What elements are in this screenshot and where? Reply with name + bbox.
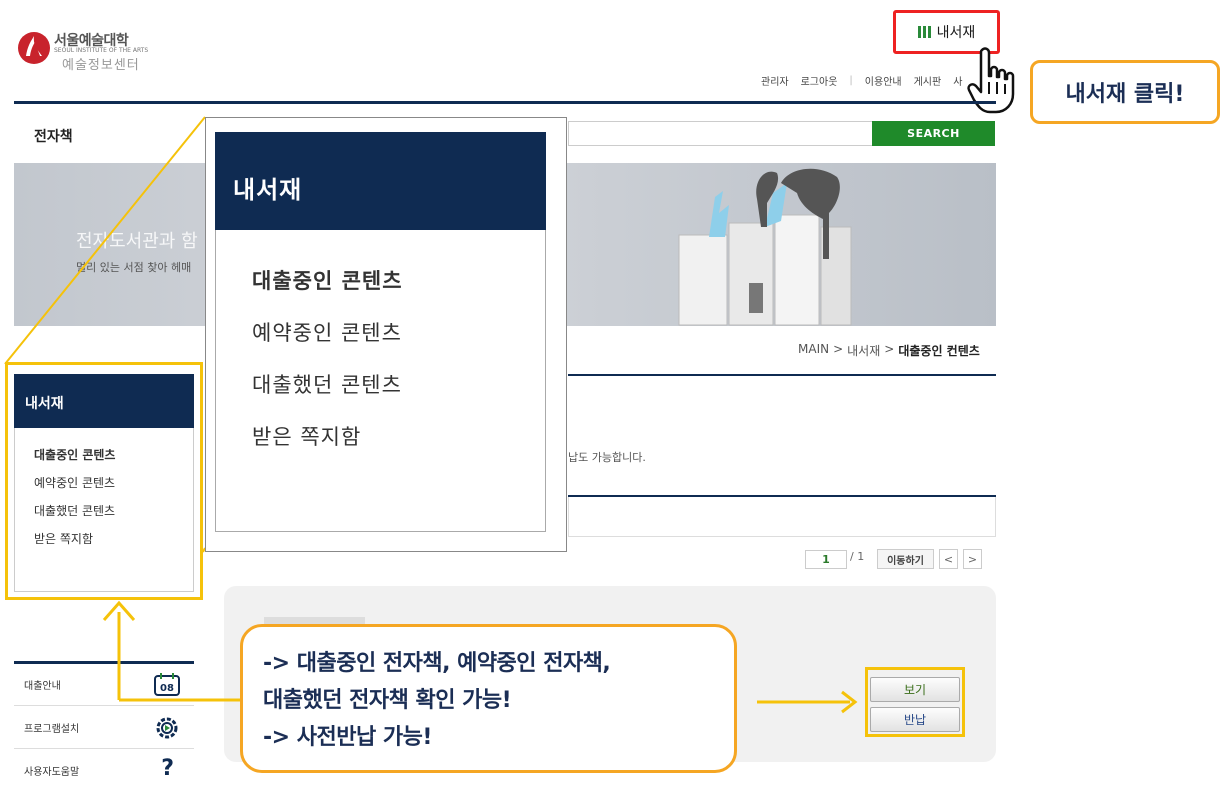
zoom-item-messages[interactable]: 받은 쪽지함 xyxy=(252,421,361,451)
zoom-item-loaned[interactable]: 대출중인 콘텐츠 xyxy=(252,265,403,295)
info-callout-line: 대출했던 전자책 확인 가능! xyxy=(263,688,512,713)
zoom-title: 내서재 xyxy=(215,132,546,230)
info-callout-line: -> 대출중인 전자책, 예약중인 전자책, xyxy=(263,651,611,676)
zoom-item-history[interactable]: 대출했던 콘텐츠 xyxy=(252,369,402,399)
zoom-item-reserved[interactable]: 예약중인 콘텐츠 xyxy=(252,317,402,347)
info-callout: -> 대출중인 전자책, 예약중인 전자책, 대출했던 전자책 확인 가능! -… xyxy=(240,624,737,773)
info-callout-line: -> 사전반납 가능! xyxy=(263,725,432,750)
